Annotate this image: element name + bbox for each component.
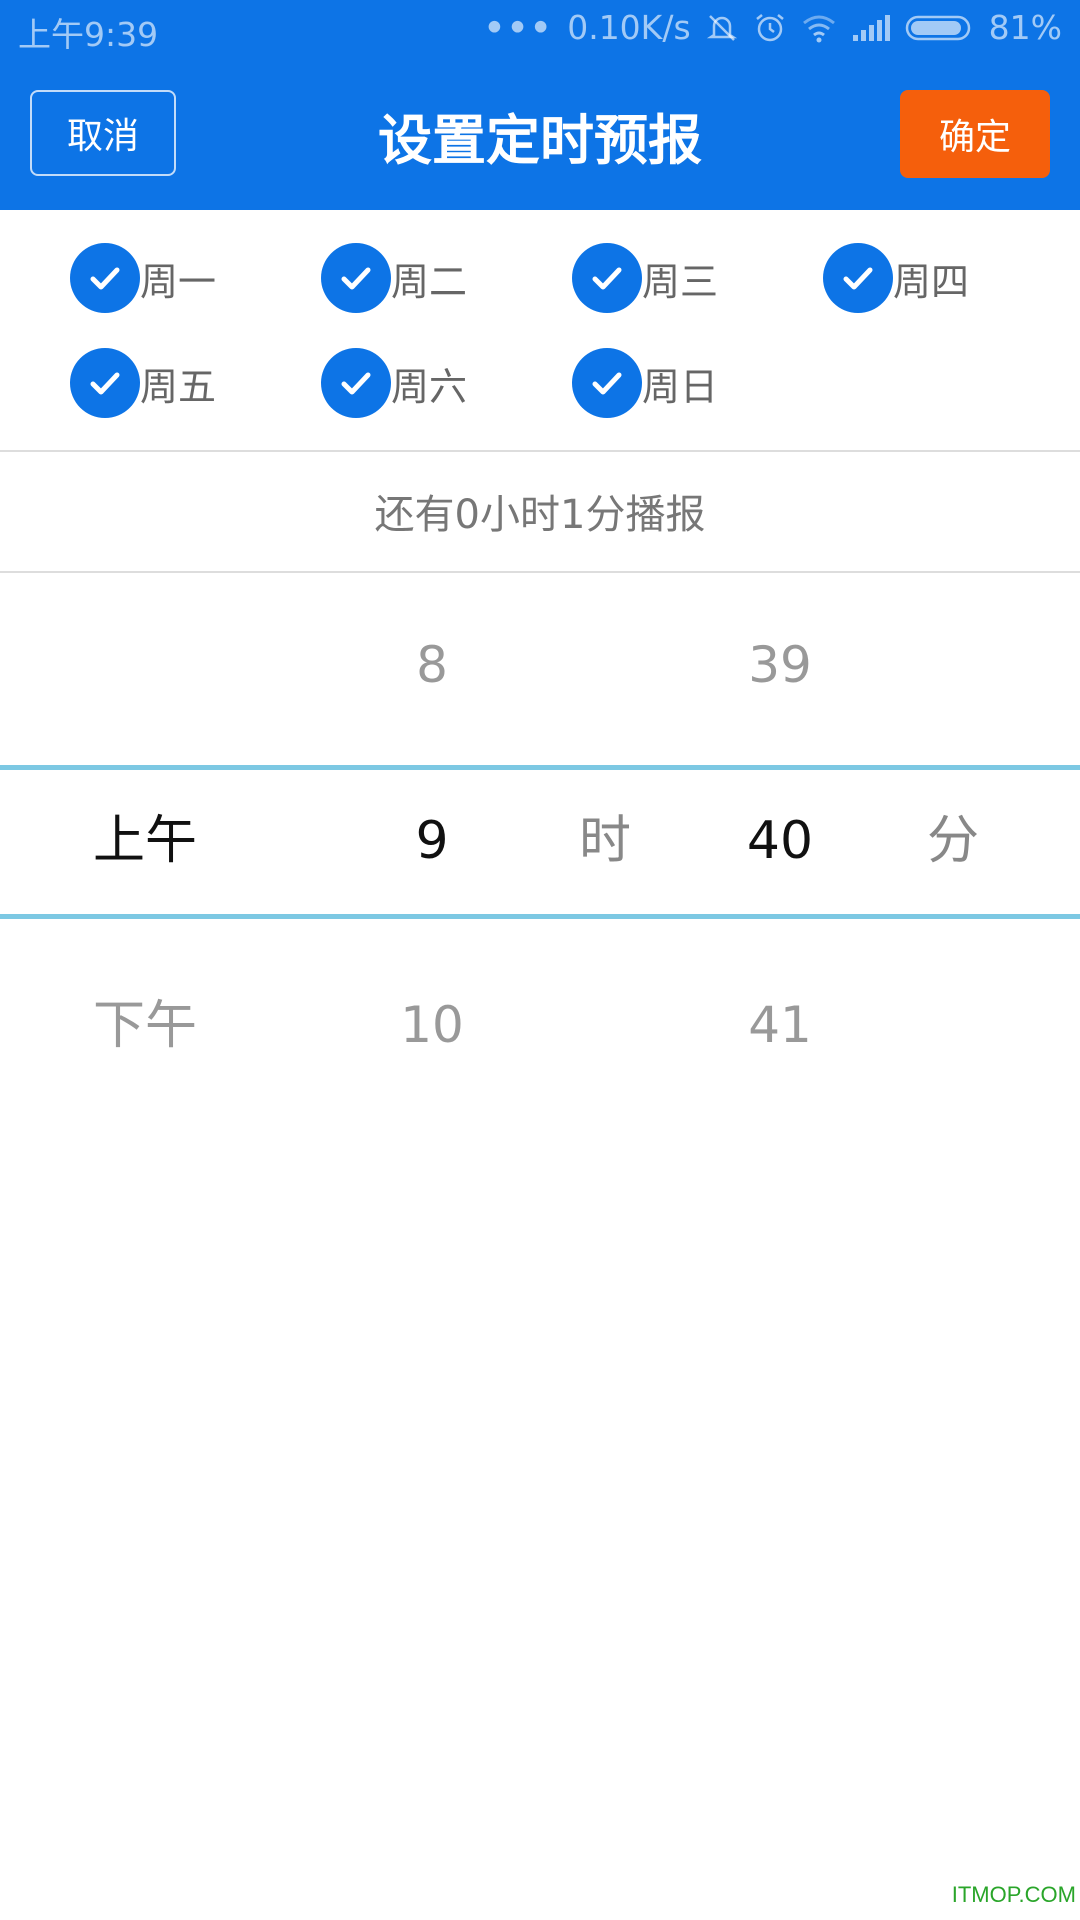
wifi-icon bbox=[801, 13, 837, 43]
checkmark-icon bbox=[572, 243, 642, 313]
hour-unit-label: 时 bbox=[578, 811, 631, 871]
hour-prev[interactable]: 8 bbox=[332, 640, 532, 690]
weekday-monday[interactable]: 周一 bbox=[70, 243, 216, 313]
weekday-label: 周一 bbox=[140, 259, 217, 304]
checkmark-icon bbox=[70, 348, 140, 418]
minute-prev[interactable]: 39 bbox=[680, 640, 880, 690]
weekday-label: 周五 bbox=[140, 364, 217, 409]
weekday-thursday[interactable]: 周四 bbox=[823, 243, 969, 313]
watermark: ITMOP.COM bbox=[951, 1882, 1076, 1907]
signal-icon bbox=[851, 13, 891, 43]
battery-icon bbox=[905, 13, 975, 43]
time-picker[interactable]: 上午 下午 8 9 10 时 39 40 41 分 bbox=[0, 572, 1080, 1092]
weekday-wednesday[interactable]: 周三 bbox=[572, 243, 718, 313]
checkmark-icon bbox=[70, 243, 140, 313]
weekday-sunday[interactable]: 周日 bbox=[572, 348, 718, 418]
period-selected[interactable]: 上午 bbox=[45, 815, 245, 867]
selection-line-top bbox=[0, 765, 1080, 770]
alarm-icon bbox=[753, 11, 787, 45]
bell-muted-icon bbox=[705, 11, 739, 45]
checkmark-icon bbox=[321, 348, 391, 418]
header: 取消 设置定时预报 确定 bbox=[0, 60, 1080, 210]
checkmark-icon bbox=[823, 243, 893, 313]
selection-line-bottom bbox=[0, 914, 1080, 919]
minute-next[interactable]: 41 bbox=[680, 1000, 880, 1050]
more-notifications-icon: ••• bbox=[483, 8, 554, 47]
countdown-text: 还有0小时1分播报 bbox=[374, 492, 706, 538]
status-time: 上午9:39 bbox=[18, 15, 159, 54]
weekday-label: 周日 bbox=[642, 364, 719, 409]
minute-selected[interactable]: 40 bbox=[680, 815, 880, 867]
cancel-button[interactable]: 取消 bbox=[30, 90, 176, 176]
hour-selected[interactable]: 9 bbox=[332, 815, 532, 867]
weekday-friday[interactable]: 周五 bbox=[70, 348, 216, 418]
battery-percent: 81% bbox=[988, 8, 1062, 47]
checkmark-icon bbox=[321, 243, 391, 313]
weekday-label: 周四 bbox=[893, 259, 970, 304]
status-icons: ••• 0.10K/s 81% bbox=[484, 8, 1062, 47]
weekday-tuesday[interactable]: 周二 bbox=[321, 243, 467, 313]
weekday-label: 周六 bbox=[391, 364, 468, 409]
weekday-label: 周二 bbox=[391, 259, 468, 304]
period-next[interactable]: 下午 bbox=[45, 1000, 245, 1052]
weekday-label: 周三 bbox=[642, 259, 719, 304]
weekday-saturday[interactable]: 周六 bbox=[321, 348, 467, 418]
weekday-selector: 周一 周二 周三 周四 周五 周六 周日 bbox=[0, 210, 1080, 450]
minute-unit-label: 分 bbox=[926, 811, 979, 871]
status-bar: 上午9:39 ••• 0.10K/s 81% bbox=[0, 0, 1080, 60]
checkmark-icon bbox=[572, 348, 642, 418]
hour-next[interactable]: 10 bbox=[332, 1000, 532, 1050]
net-speed: 0.10K/s bbox=[567, 8, 691, 47]
confirm-button[interactable]: 确定 bbox=[900, 90, 1050, 178]
